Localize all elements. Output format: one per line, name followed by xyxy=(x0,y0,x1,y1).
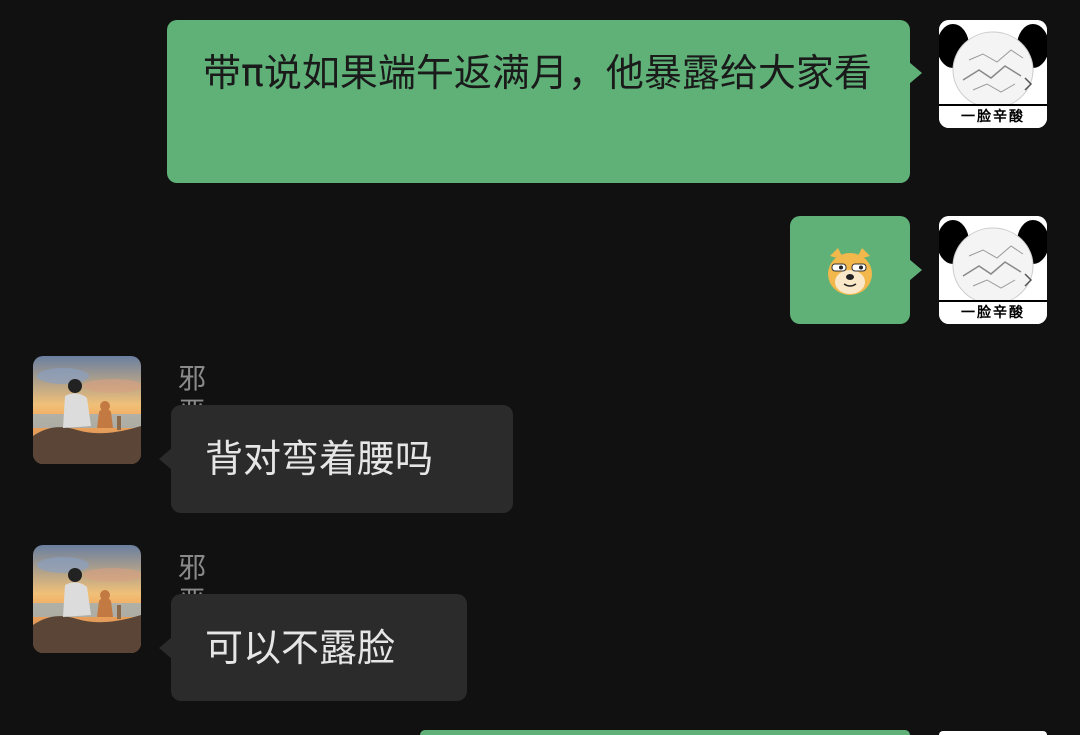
panda-meme-avatar-icon xyxy=(939,20,1047,109)
avatar[interactable] xyxy=(33,545,141,653)
message-bubble[interactable] xyxy=(790,216,910,324)
sunset-person-dog-avatar-icon xyxy=(33,356,141,464)
sunset-person-dog-avatar-icon xyxy=(33,545,141,653)
bubble-tail xyxy=(909,259,922,281)
bubble-tail xyxy=(159,448,172,470)
message-text: 带π说如果端午返满月，他暴露给大家看 xyxy=(203,51,872,95)
avatar-partial[interactable] xyxy=(939,731,1047,735)
doge-emoji-icon xyxy=(828,248,872,295)
message-text: 可以不露脸 xyxy=(205,626,396,670)
bubble-tail xyxy=(909,62,922,84)
avatar-caption: 一脸辛酸 xyxy=(939,104,1047,128)
bubble-tail xyxy=(159,637,172,659)
avatar[interactable] xyxy=(33,356,141,464)
message-partial-outgoing[interactable] xyxy=(420,730,910,735)
panda-meme-avatar-icon xyxy=(939,216,1047,305)
avatar[interactable]: 一脸辛酸 xyxy=(939,216,1047,324)
message-bubble[interactable]: 带π说如果端午返满月，他暴露给大家看 xyxy=(167,20,910,183)
message-bubble[interactable]: 可以不露脸 xyxy=(171,594,467,701)
avatar[interactable]: 一脸辛酸 xyxy=(939,20,1047,128)
avatar-caption: 一脸辛酸 xyxy=(939,300,1047,324)
message-bubble[interactable]: 背对弯着腰吗 xyxy=(171,405,513,513)
message-text: 背对弯着腰吗 xyxy=(205,437,434,481)
